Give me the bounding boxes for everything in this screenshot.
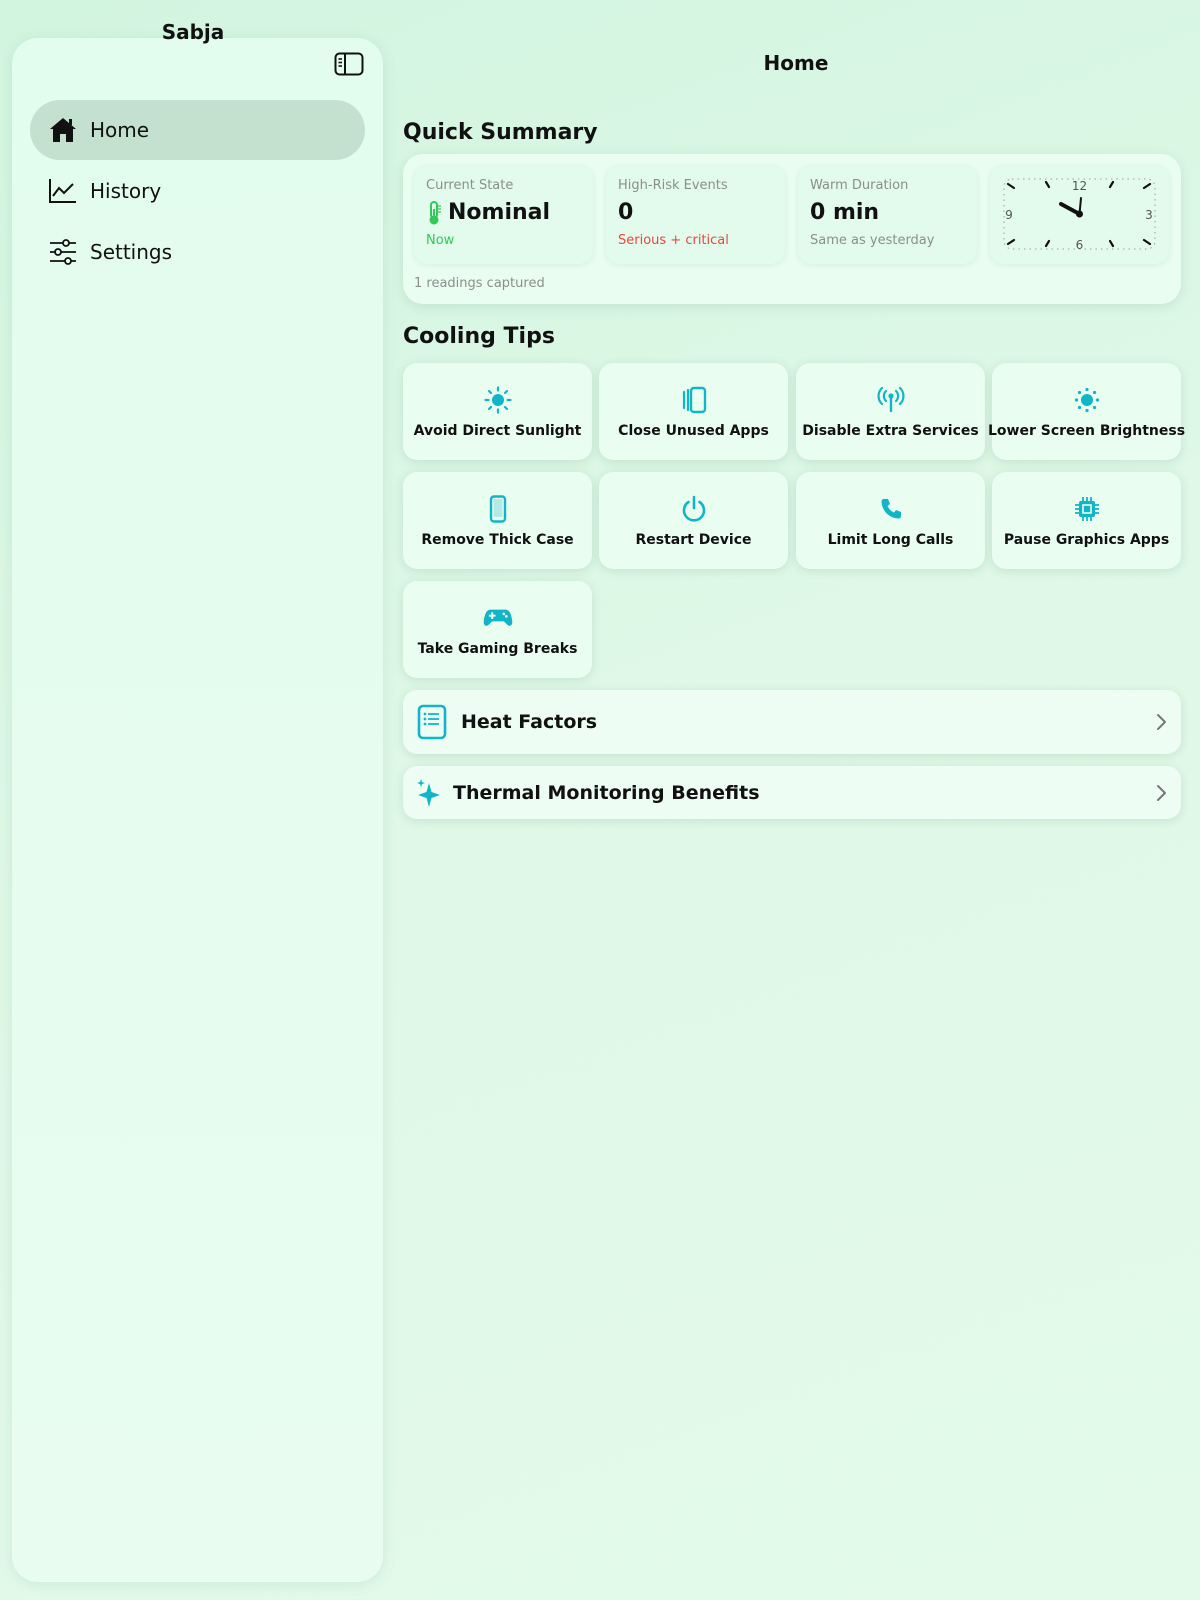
sidebar-title: Sabja <box>161 20 225 44</box>
chevron-right-icon <box>1157 784 1166 801</box>
stat-sub: Same as yesterday <box>810 233 935 248</box>
tip-limit-long-calls[interactable]: Limit Long Calls <box>796 472 985 569</box>
sidebar-item-history[interactable]: History <box>30 161 365 221</box>
sidebar-item-label: History <box>90 179 162 203</box>
tip-label: Restart Device <box>635 531 752 548</box>
stat-value: 0 <box>618 200 634 225</box>
tip-label: Close Unused Apps <box>618 422 769 439</box>
chip-icon <box>1072 494 1102 524</box>
sidebar-icon <box>334 52 364 76</box>
stat-value: Nominal <box>448 200 551 225</box>
clock-face: 12 3 6 9 <box>1003 178 1156 252</box>
tip-pause-graphics-apps[interactable]: Pause Graphics Apps <box>992 472 1181 569</box>
tip-label: Remove Thick Case <box>421 531 574 548</box>
sliders-icon <box>46 235 80 269</box>
stat-sub: Now <box>426 233 455 248</box>
readings-note: 1 readings captured <box>414 276 545 291</box>
clock-numeral-9: 9 <box>1005 208 1013 222</box>
sidebar-item-label: Home <box>90 118 150 142</box>
thermal-benefits-row[interactable]: Thermal Monitoring Benefits <box>403 766 1181 819</box>
sidebar-toggle-button[interactable] <box>332 50 366 78</box>
quick-summary-title: Quick Summary <box>403 120 598 145</box>
tip-avoid-direct-sunlight[interactable]: Avoid Direct Sunlight <box>403 363 592 460</box>
stat-sub: Serious + critical <box>618 233 729 248</box>
tip-label: Avoid Direct Sunlight <box>413 422 582 439</box>
stat-high-risk-events: High-Risk Events 0 Serious + critical <box>606 166 785 264</box>
stat-value-row: Nominal <box>426 198 581 228</box>
tip-label: Limit Long Calls <box>827 531 954 548</box>
gamepad-icon <box>483 603 513 633</box>
stat-label: High-Risk Events <box>618 178 728 193</box>
tip-take-gaming-breaks[interactable]: Take Gaming Breaks <box>403 581 592 678</box>
stat-warm-duration: Warm Duration 0 min Same as yesterday <box>798 166 977 264</box>
tip-disable-extra-services[interactable]: Disable Extra Services <box>796 363 985 460</box>
tip-remove-thick-case[interactable]: Remove Thick Case <box>403 472 592 569</box>
stat-current-state: Current State Nominal Now <box>414 166 593 264</box>
clock-widget: 12 3 6 9 <box>990 166 1169 264</box>
clock-numeral-6: 6 <box>1076 238 1084 252</box>
sun-icon <box>483 385 513 415</box>
phone-icon <box>483 494 513 524</box>
tip-label: Pause Graphics Apps <box>1003 531 1170 548</box>
cooling-tips-title: Cooling Tips <box>403 324 555 349</box>
chevron-right-icon <box>1157 714 1166 730</box>
power-icon <box>679 494 709 524</box>
list-document-icon <box>417 704 447 740</box>
tip-close-unused-apps[interactable]: Close Unused Apps <box>599 363 788 460</box>
tip-label: Lower Screen Brightness <box>987 422 1186 439</box>
tip-label: Disable Extra Services <box>802 422 979 439</box>
clock-numeral-3: 3 <box>1145 208 1153 222</box>
tip-lower-screen-brightness[interactable]: Lower Screen Brightness <box>988 363 1185 460</box>
clock-numeral-12: 12 <box>1072 179 1087 193</box>
antenna-icon <box>876 385 906 415</box>
thermal-benefits-label: Thermal Monitoring Benefits <box>453 781 760 804</box>
heat-factors-label: Heat Factors <box>461 711 598 733</box>
sparkles-icon <box>417 778 440 807</box>
house-icon <box>46 113 80 147</box>
sidebar-item-settings[interactable]: Settings <box>30 222 365 282</box>
chart-line-icon <box>46 174 80 208</box>
heat-factors-row[interactable]: Heat Factors <box>403 690 1181 754</box>
stat-label: Current State <box>426 178 514 193</box>
sidebar-item-home[interactable]: Home <box>30 100 365 160</box>
tip-label: Take Gaming Breaks <box>417 640 578 657</box>
app-stack-icon <box>679 385 709 415</box>
phone-call-icon <box>876 494 906 524</box>
quick-summary-card: Current State Nominal Now High-Risk Even… <box>403 154 1181 304</box>
thermometer-icon <box>429 201 441 225</box>
page-title: Home <box>763 51 829 75</box>
stat-label: Warm Duration <box>810 178 909 193</box>
stat-value: 0 min <box>810 200 880 225</box>
sidebar-item-label: Settings <box>90 240 173 264</box>
brightness-icon <box>1072 385 1102 415</box>
tip-restart-device[interactable]: Restart Device <box>599 472 788 569</box>
